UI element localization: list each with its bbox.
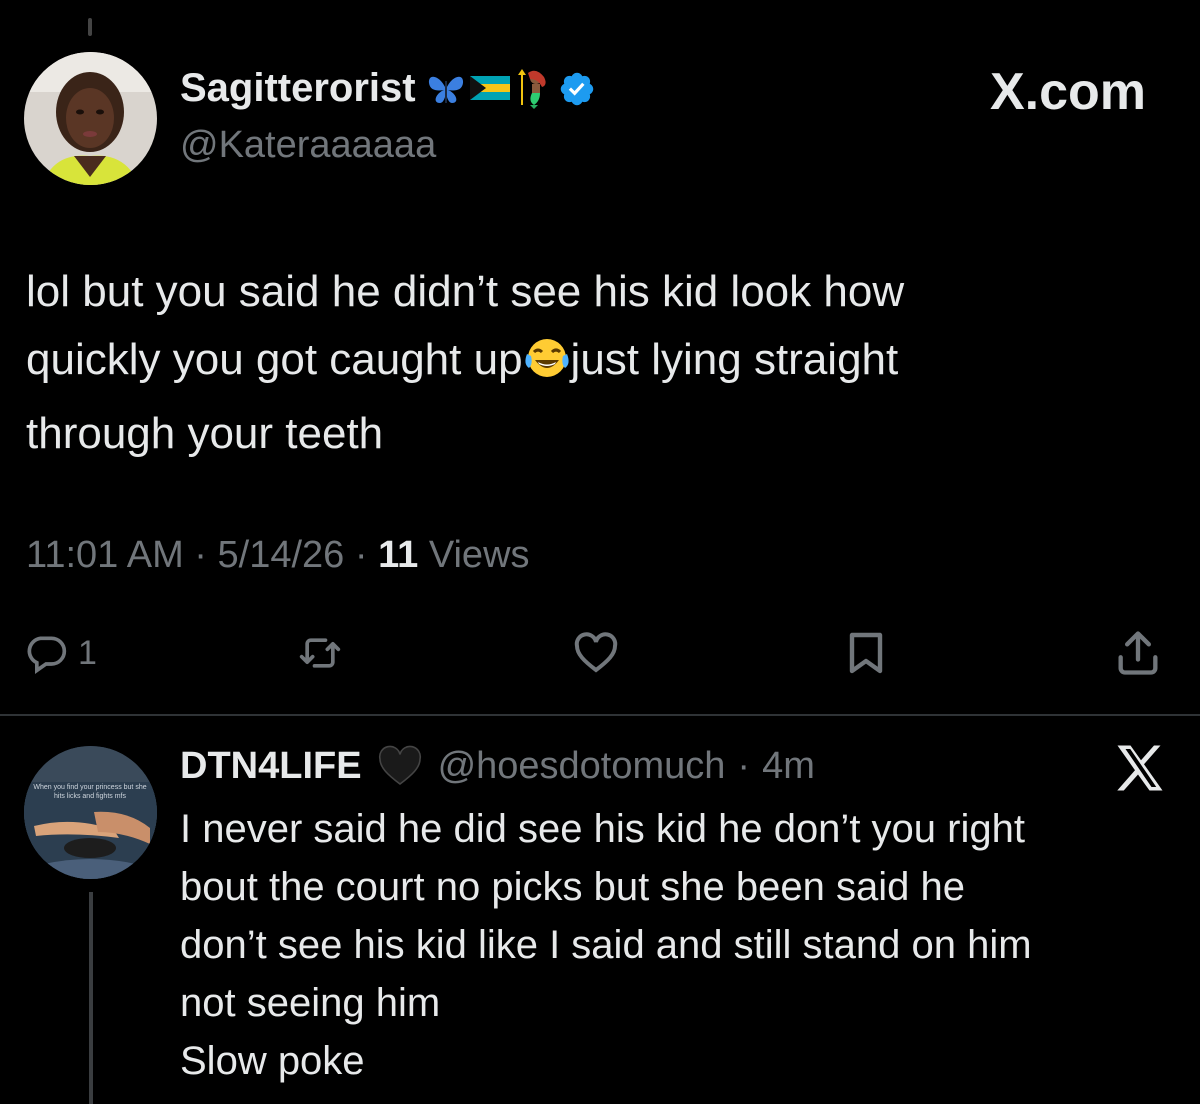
reply-text: I never said he did see his kid he don’t…	[180, 800, 1170, 1090]
like-button[interactable]	[570, 618, 622, 688]
reply-thread-line	[89, 892, 93, 1104]
tweet-actions: 1	[0, 618, 1200, 688]
tweet-date[interactable]: 5/14/26	[218, 534, 345, 576]
share-button[interactable]	[1112, 618, 1164, 688]
author-display-name[interactable]: Sagitterorist	[180, 66, 416, 111]
tweet-divider	[0, 714, 1200, 716]
reply-separator: ·	[737, 744, 751, 787]
butterfly-icon	[428, 76, 463, 103]
verified-badge-icon	[560, 72, 593, 105]
avatar-caption: hits licks and fights mfs	[54, 793, 126, 800]
author-avatar[interactable]	[24, 52, 157, 185]
reply-text-line: Slow poke	[180, 1039, 365, 1083]
views-count: 11	[378, 534, 419, 576]
tweet-text-line: through your teeth	[26, 409, 384, 458]
reply-author-name[interactable]: DTN4LIFE	[180, 745, 362, 788]
retweet-button[interactable]	[296, 618, 344, 688]
bookmark-icon	[849, 632, 883, 674]
tweet-text-segment: quickly you got caught up	[26, 335, 523, 384]
thread-connector	[88, 18, 92, 36]
reply-author-handle[interactable]: @hoesdotomuch	[438, 745, 726, 788]
reply-icon	[27, 636, 67, 674]
site-logo-text: X.com	[989, 63, 1146, 121]
black-heart-icon	[378, 745, 421, 786]
author-name-row[interactable]: Sagitterorist	[180, 66, 596, 111]
reply-count: 1	[78, 633, 97, 672]
author-handle[interactable]: @Kateraaaaaa	[180, 124, 436, 167]
share-icon	[1118, 631, 1158, 675]
avatar-caption: When you find your princess but she	[33, 784, 146, 791]
reply-text-line: not seeing him	[180, 981, 441, 1025]
tweet-text-segment: just lying straight	[570, 335, 899, 384]
views-label: Views	[428, 534, 530, 576]
reply-header: DTN4LIFE @hoesdotomuch · 4m	[180, 742, 815, 790]
reply-button[interactable]: 1	[24, 618, 97, 688]
meta-separator: ·	[194, 534, 207, 576]
reply-age[interactable]: 4m	[762, 745, 815, 788]
reply-text-line: don’t see his kid like I said and still …	[180, 923, 1032, 967]
reply-text-line: bout the court no picks but she been sai…	[180, 865, 965, 909]
tweet-meta: 11:01 AM · 5/14/26 · 11 Views	[26, 534, 530, 577]
bahamas-flag-icon	[469, 75, 510, 100]
tears-of-joy-icon	[523, 332, 571, 400]
name-emojis	[426, 68, 596, 109]
heart-icon	[574, 632, 618, 673]
mermaid-icon	[517, 68, 546, 109]
x-logo-icon[interactable]	[1110, 738, 1170, 798]
reply-text-line: I never said he did see his kid he don’t…	[180, 807, 1025, 851]
reply-author-avatar[interactable]: When you find your princess but she hits…	[24, 746, 157, 879]
tweet-text-line: quickly you got caught up just lying stra…	[26, 326, 1126, 400]
tweet-time[interactable]: 11:01 AM	[26, 534, 184, 576]
avatar-photo	[24, 52, 157, 185]
tweet-text-line: lol but you said he didn’t see his kid l…	[26, 267, 905, 316]
bookmark-button[interactable]	[842, 618, 890, 688]
avatar-meme-image: When you find your princess but she hits…	[24, 746, 157, 879]
tweet-text: lol but you said he didn’t see his kid l…	[26, 258, 1126, 468]
retweet-icon	[299, 638, 341, 668]
meta-separator: ·	[354, 534, 368, 576]
